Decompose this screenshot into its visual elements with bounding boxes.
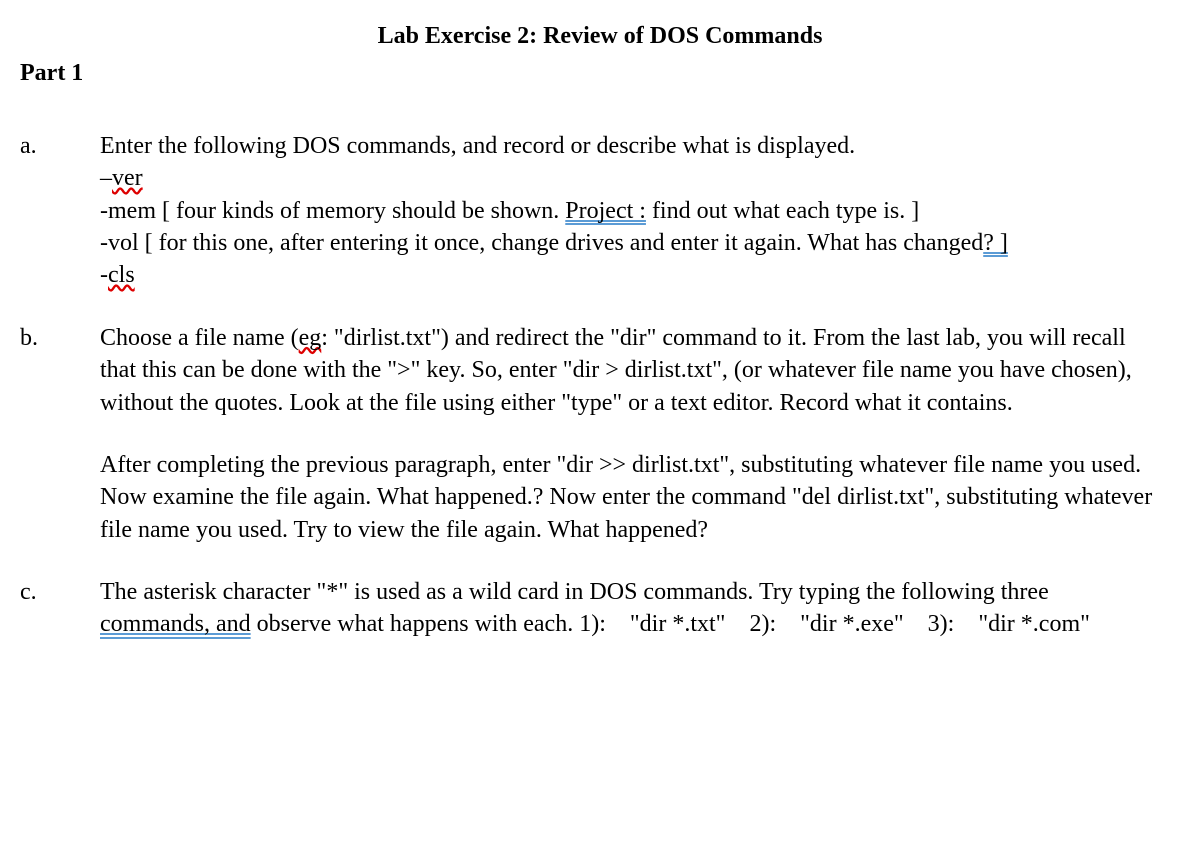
document-title: Lab Exercise 2: Review of DOS Commands — [20, 20, 1180, 52]
mem-post: find out what each type is. ] — [646, 198, 919, 224]
c-p1-pre: The asterisk character "*" is used as a … — [100, 579, 1055, 605]
item-b-body: Choose a file name (eg: "dirlist.txt") a… — [100, 322, 1180, 546]
part-heading: Part 1 — [20, 57, 1180, 89]
item-c: c. The asterisk character "*" is used as… — [20, 576, 1180, 641]
b-p2: After completing the previous paragraph,… — [100, 452, 1152, 543]
item-a-intro: Enter the following DOS commands, and re… — [100, 133, 855, 159]
item-a: a. Enter the following DOS commands, and… — [20, 130, 1180, 292]
item-b-bullet: b. — [20, 322, 100, 546]
mem-pre: -mem [ four kinds of memory should be sh… — [100, 198, 565, 224]
vol-mark: ? ] — [983, 230, 1008, 256]
b-p1-eg: eg — [299, 325, 322, 351]
cls-word: cls — [108, 262, 135, 288]
ver-word: ver — [112, 165, 143, 191]
item-c-body: The asterisk character "*" is used as a … — [100, 576, 1180, 641]
item-b: b. Choose a file name (eg: "dirlist.txt"… — [20, 322, 1180, 546]
item-a-body: Enter the following DOS commands, and re… — [100, 130, 1180, 292]
item-c-bullet: c. — [20, 576, 100, 641]
b-p1-pre: Choose a file name ( — [100, 325, 299, 351]
vol-pre: -vol [ for this one, after entering it o… — [100, 230, 983, 256]
item-a-bullet: a. — [20, 130, 100, 292]
c-p1-mid: commands, and — [100, 611, 251, 637]
c-p1-post: observe what happens with each. 1): "dir… — [251, 611, 1090, 637]
cls-dash: - — [100, 262, 108, 288]
mem-project: Project : — [565, 198, 646, 224]
ver-dash: – — [100, 165, 112, 191]
